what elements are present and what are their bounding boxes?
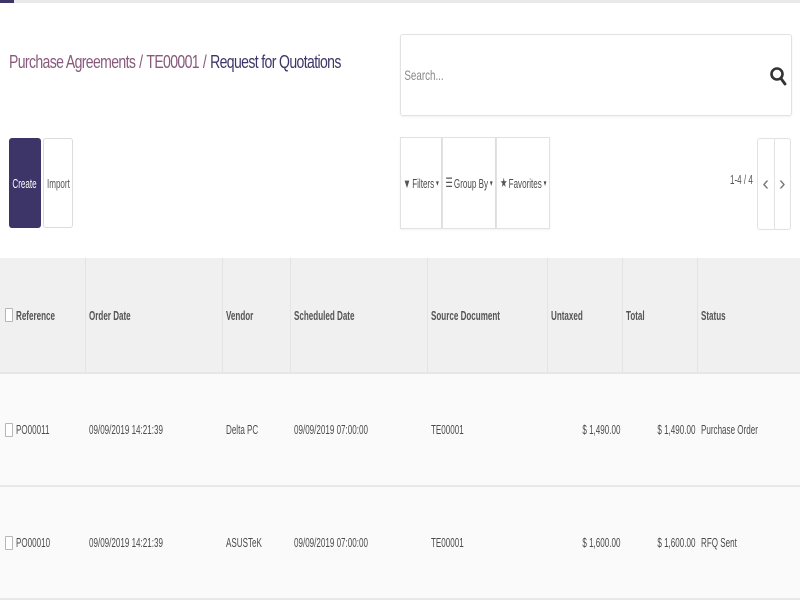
breadcrumb-separator: / xyxy=(202,52,207,72)
column-divider xyxy=(622,258,623,372)
cell-scheduled-date: 09/09/2019 07:00:00 xyxy=(294,535,368,550)
column-header-status[interactable]: Status xyxy=(701,258,741,372)
table-row[interactable]: PO00011 09/09/2019 14:21:39 Delta PC 09/… xyxy=(0,374,800,487)
table-row[interactable]: PO00010 09/09/2019 14:21:39 ASUSTeK 09/0… xyxy=(0,487,800,600)
favorites-button[interactable]: ★ Favorites ▾ xyxy=(496,137,550,229)
caret-down-icon: ▾ xyxy=(543,177,547,188)
chevron-left-icon[interactable]: ‹ xyxy=(758,139,774,229)
cell-vendor: ASUSTeK xyxy=(226,535,262,550)
pager-value[interactable]: 1-4 / 4 xyxy=(730,172,753,187)
search-box xyxy=(400,34,792,116)
select-all-checkbox[interactable] xyxy=(5,308,13,322)
caret-down-icon: ▾ xyxy=(436,177,439,188)
column-header-vendor[interactable]: Vendor xyxy=(226,258,270,372)
filters-label: Filters xyxy=(412,175,435,191)
cell-reference: PO00010 xyxy=(16,535,51,550)
column-divider xyxy=(290,258,291,372)
chevron-right-icon[interactable]: › xyxy=(773,139,791,229)
column-header-scheduled-date[interactable]: Scheduled Date xyxy=(294,258,392,372)
breadcrumb-separator: / xyxy=(139,52,143,72)
group-by-button[interactable]: ☰ Group By ▾ xyxy=(442,137,496,229)
top-bar-accent xyxy=(0,0,14,3)
create-button-label: Create xyxy=(12,175,38,191)
column-header-order-date[interactable]: Order Date xyxy=(89,258,156,372)
caret-down-icon: ▾ xyxy=(489,177,493,188)
cell-untaxed: $ 1,490.00 xyxy=(581,422,620,437)
list-table: Reference Order Date Vendor Scheduled Da… xyxy=(0,258,800,600)
cell-reference: PO00011 xyxy=(16,422,50,437)
breadcrumb: Purchase Agreements / TE00001/Request for … xyxy=(9,52,341,73)
cell-total: $ 1,490.00 xyxy=(656,422,695,437)
column-divider xyxy=(427,258,428,372)
import-button[interactable]: Import xyxy=(43,138,73,228)
column-header-source-document[interactable]: Source Document xyxy=(431,258,542,372)
cell-status: RFQ Sent xyxy=(701,535,737,550)
table-header: Reference Order Date Vendor Scheduled Da… xyxy=(0,258,800,374)
column-divider xyxy=(547,258,548,372)
breadcrumb-agreement[interactable]: TE00001 xyxy=(146,52,199,72)
cell-source-document: TE00001 xyxy=(431,422,464,437)
column-divider xyxy=(697,258,698,372)
pager-buttons: ‹ › xyxy=(757,138,791,230)
create-button[interactable]: Create xyxy=(9,138,41,228)
top-bar xyxy=(0,0,800,3)
group-by-label: Group By xyxy=(453,175,488,191)
filters-button[interactable]: ▼ Filters ▾ xyxy=(400,137,442,229)
filter-icon: ▼ xyxy=(403,175,412,191)
row-checkbox[interactable] xyxy=(5,423,13,437)
row-checkbox[interactable] xyxy=(5,536,13,550)
cell-order-date: 09/09/2019 14:21:39 xyxy=(89,535,163,550)
cell-order-date: 09/09/2019 14:21:39 xyxy=(89,422,163,437)
column-header-untaxed[interactable]: Untaxed xyxy=(551,258,602,372)
star-icon: ★ xyxy=(499,175,508,190)
breadcrumb-purchase-agreements[interactable]: Purchase Agreements xyxy=(9,52,136,72)
page-title: Request for Quotations xyxy=(210,52,341,72)
cell-total: $ 1,600.00 xyxy=(656,535,695,550)
search-icon[interactable] xyxy=(769,63,787,89)
cell-untaxed: $ 1,600.00 xyxy=(581,535,620,550)
column-divider xyxy=(85,258,86,372)
cell-vendor: Delta PC xyxy=(226,422,259,437)
column-header-reference[interactable]: Reference xyxy=(16,258,79,372)
cell-scheduled-date: 09/09/2019 07:00:00 xyxy=(294,422,368,437)
group-by-icon: ☰ xyxy=(445,175,453,190)
cell-status: Purchase Order xyxy=(701,422,758,437)
cell-source-document: TE00001 xyxy=(431,535,464,550)
column-header-total[interactable]: Total xyxy=(626,258,656,372)
favorites-label: Favorites xyxy=(508,175,542,191)
column-divider xyxy=(222,258,223,372)
search-options: ▼ Filters ▾ ☰ Group By ▾ ★ Favorites ▾ xyxy=(400,137,550,229)
search-input[interactable] xyxy=(403,59,651,91)
import-button-label: Import xyxy=(46,175,70,191)
